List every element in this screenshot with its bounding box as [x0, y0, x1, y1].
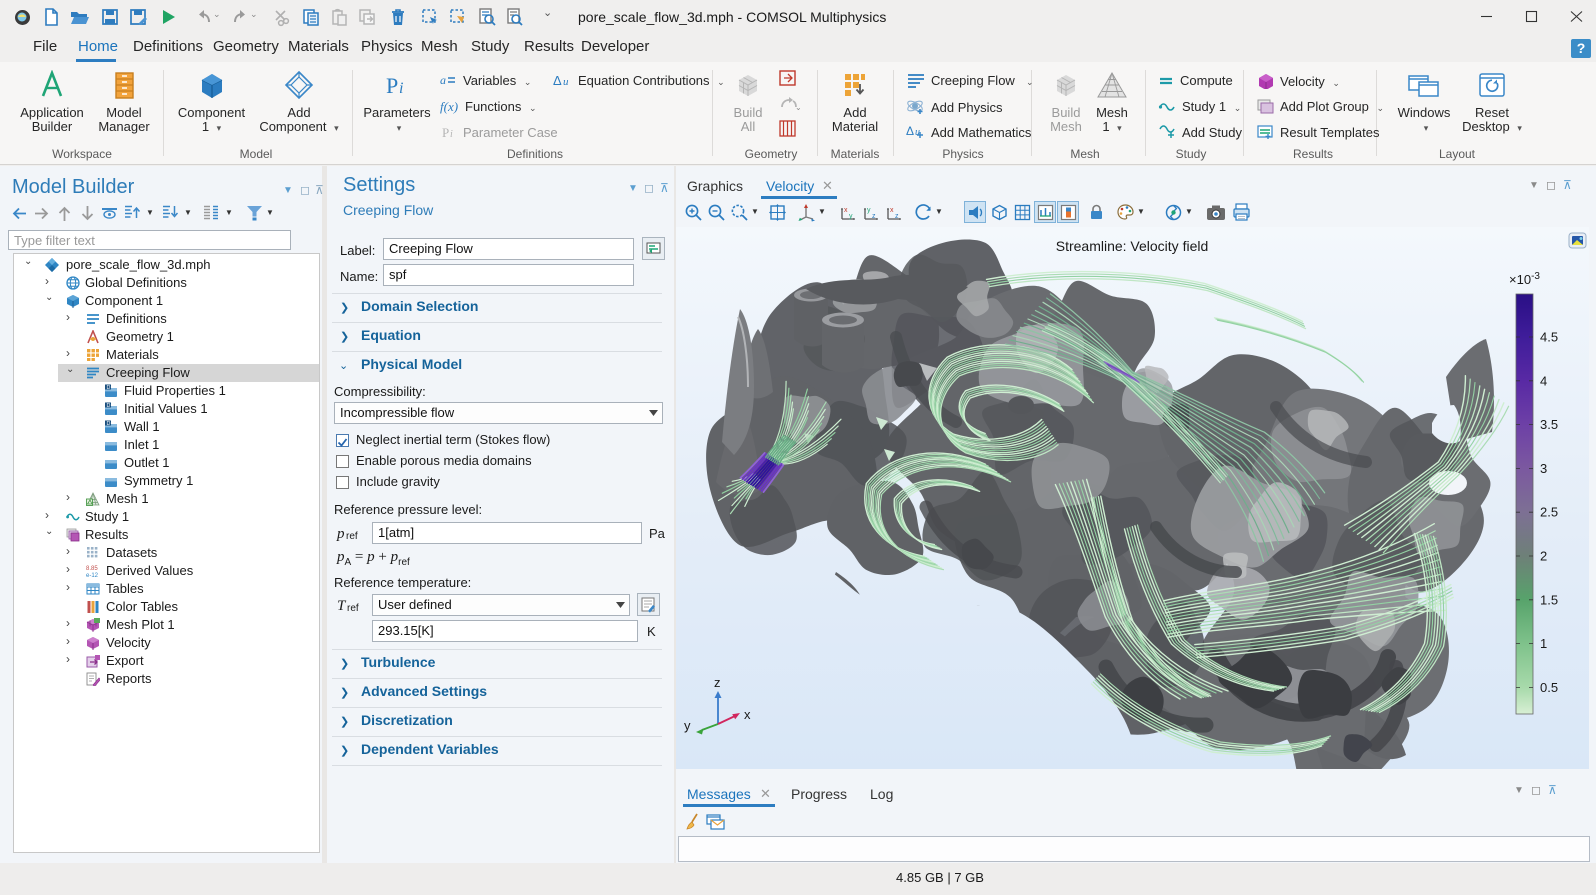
svg-text:x: x: [844, 207, 848, 214]
svg-text:1: 1: [1540, 636, 1547, 651]
svg-text:4.5: 4.5: [1540, 330, 1558, 345]
svg-text:Δ: Δ: [906, 124, 914, 138]
svg-text:y: y: [867, 207, 871, 214]
svg-text:3.5: 3.5: [1540, 417, 1558, 432]
svg-text:4: 4: [1540, 373, 1547, 388]
svg-text:⌄: ⌄: [795, 103, 801, 112]
svg-text:f(x): f(x): [440, 99, 458, 114]
svg-text:z: z: [714, 675, 721, 690]
svg-text:i: i: [399, 80, 403, 97]
svg-text:2: 2: [1540, 549, 1547, 564]
svg-text:z: z: [895, 213, 899, 220]
svg-text:u: u: [563, 76, 569, 88]
svg-text:z: z: [872, 213, 876, 220]
svg-text:x: x: [890, 207, 894, 214]
svg-text:0.5: 0.5: [1540, 680, 1558, 695]
svg-text:y: y: [684, 718, 691, 733]
svg-text:y: y: [849, 213, 853, 220]
svg-text:Streamline: Velocity field: Streamline: Velocity field: [1056, 238, 1209, 254]
svg-text:1.5: 1.5: [1540, 592, 1558, 607]
svg-text:2.5: 2.5: [1540, 505, 1558, 520]
svg-text:i: i: [450, 129, 453, 140]
svg-text:P: P: [442, 125, 449, 140]
svg-text:3: 3: [1540, 461, 1547, 476]
svg-text:Δ: Δ: [553, 73, 562, 88]
svg-text:P: P: [386, 73, 398, 98]
svg-text:x: x: [744, 707, 751, 722]
svg-text:a: a: [440, 73, 446, 87]
